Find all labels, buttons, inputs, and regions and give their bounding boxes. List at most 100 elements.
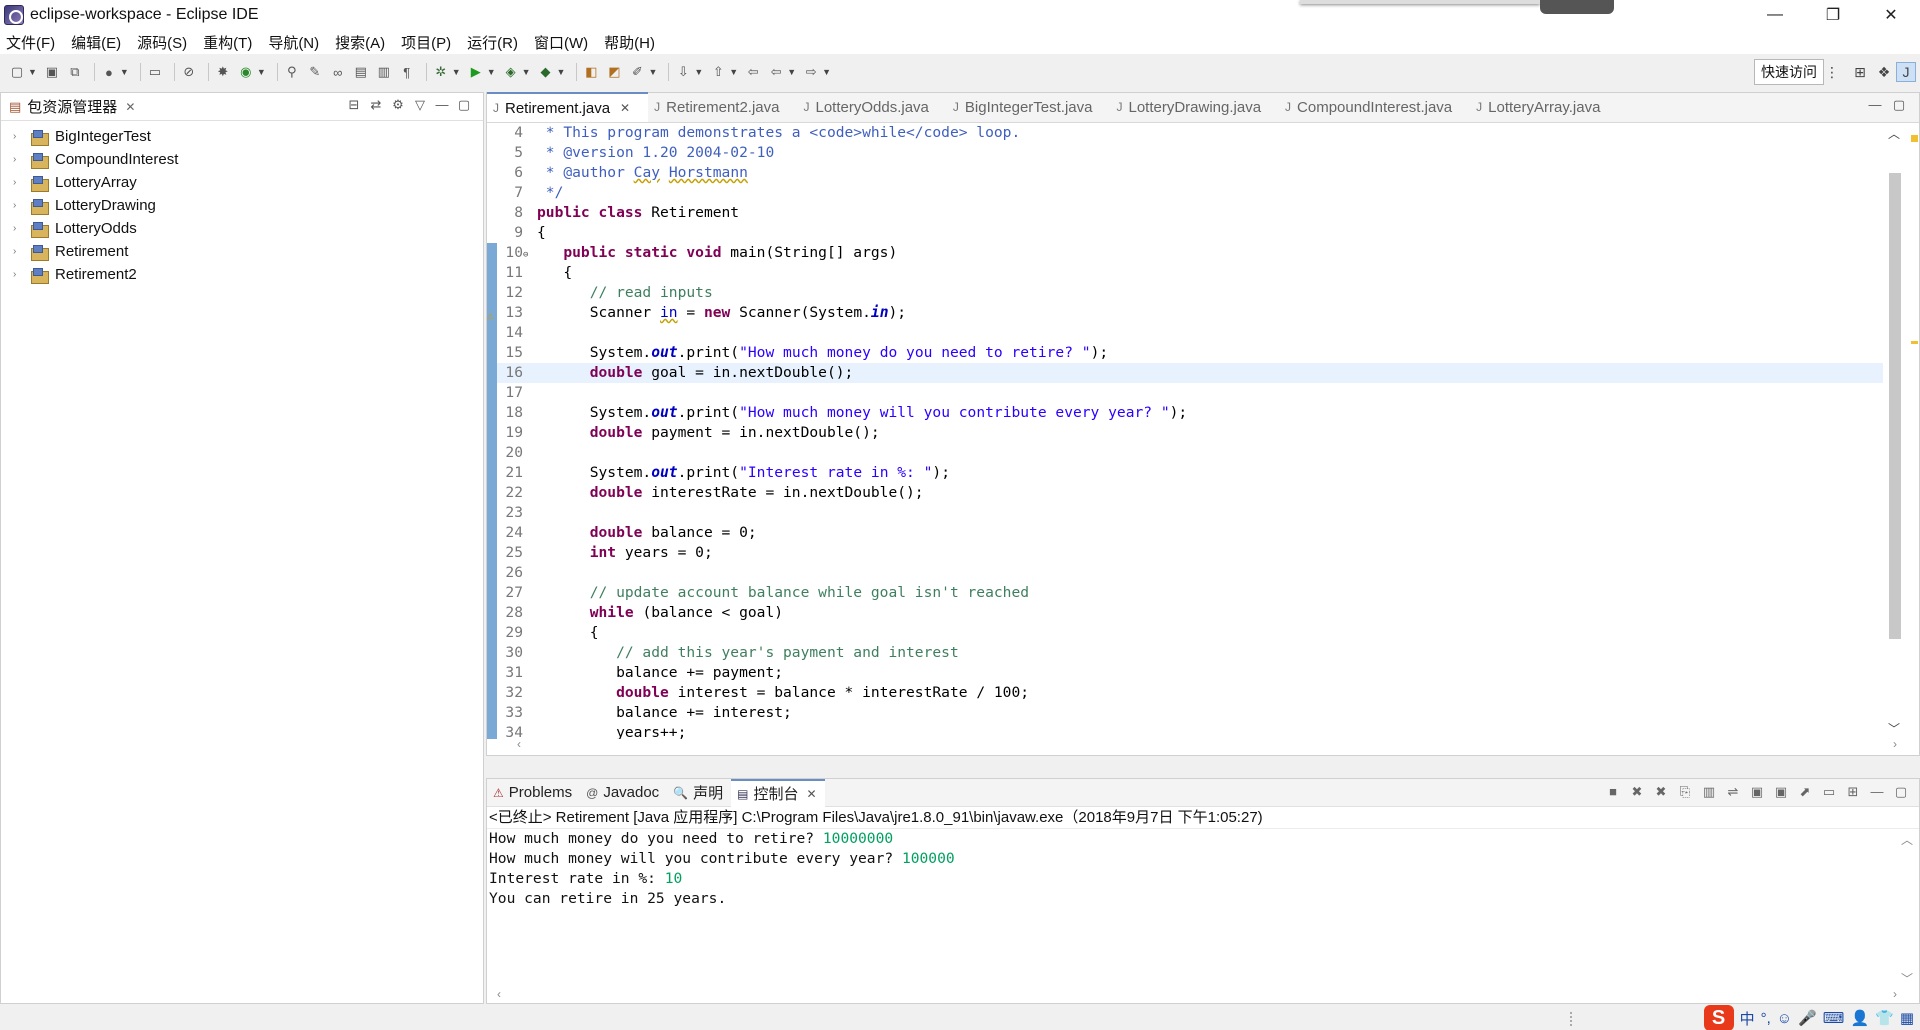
block-select-icon[interactable]: ▤ [352, 63, 370, 81]
open-perspective-icon[interactable]: ⊞ [1850, 62, 1870, 82]
open-task-icon[interactable]: ✐ [628, 63, 646, 81]
back-dropdown-icon[interactable]: ▼ [787, 67, 796, 77]
code-line[interactable]: 12 // read inputs [487, 283, 1897, 303]
quick-access-field[interactable]: 快速访问 [1754, 59, 1824, 85]
code-line[interactable]: 4 * This program demonstrates a <code>wh… [487, 123, 1897, 143]
collapse-all-icon[interactable]: ⊟ [343, 97, 365, 113]
code-line[interactable]: 33 balance += interest; [487, 703, 1897, 723]
code-line[interactable]: 30 // add this year's payment and intere… [487, 643, 1897, 663]
ime-skin-icon[interactable]: 👕 [1875, 1009, 1894, 1027]
maximize-editor-icon[interactable]: ▢ [1887, 97, 1911, 113]
last-edit-icon[interactable]: ⇦ [744, 63, 762, 81]
chevron-right-icon[interactable]: › [13, 200, 27, 211]
scroll-lock-icon[interactable]: ▥ [1697, 784, 1721, 800]
minimize-view-icon[interactable]: — [431, 97, 453, 113]
coverage-dropdown-icon[interactable]: ▼ [522, 67, 531, 77]
code-line[interactable]: 11 { [487, 263, 1897, 283]
scroll-right-icon[interactable]: › [1893, 737, 1897, 751]
code-line[interactable]: 18 System.out.print("How much money will… [487, 403, 1897, 423]
code-line[interactable]: 8 public class Retirement [487, 203, 1897, 223]
minimize-button[interactable]: — [1746, 0, 1804, 30]
java-ee-perspective-icon[interactable]: ❖ [1874, 62, 1894, 82]
code-line[interactable]: 22 double interestRate = in.nextDouble()… [487, 483, 1897, 503]
terminal-icon[interactable]: ▭ [146, 63, 164, 81]
minimize-view-icon[interactable]: — [1865, 784, 1889, 800]
back-icon[interactable]: ⇦ [767, 63, 785, 81]
code-line[interactable]: 27 // update account balance while goal … [487, 583, 1897, 603]
prev-annotation-dropdown-icon[interactable]: ▼ [729, 67, 738, 77]
tree-item-lotteryarray[interactable]: › LotteryArray [1, 171, 483, 194]
tab-declaration[interactable]: 🔍 声明 [667, 779, 731, 807]
java-perspective-icon[interactable]: J [1896, 62, 1916, 82]
code-line[interactable]: 17 [487, 383, 1897, 403]
code-line[interactable]: 25 int years = 0; [487, 543, 1897, 563]
warning-overview-marker[interactable] [1911, 341, 1918, 344]
link-icon[interactable]: ∞ [329, 63, 347, 81]
run-dropdown-icon[interactable]: ▼ [487, 67, 496, 77]
code-line[interactable]: 31 balance += payment; [487, 663, 1897, 683]
scrollbar-thumb[interactable] [1889, 173, 1901, 639]
user-icon[interactable]: ● [100, 63, 118, 81]
menu-source[interactable]: 源码(S) [137, 32, 187, 53]
close-button[interactable]: ✕ [1862, 0, 1920, 30]
clear-console-icon[interactable]: ⎘ [1673, 784, 1697, 800]
tab-console[interactable]: ▤ 控制台 ✕ [731, 778, 825, 807]
code-line[interactable]: 7 */ [487, 183, 1897, 203]
code-line[interactable]: 6 * @author Cay Horstmann [487, 163, 1897, 183]
menu-help[interactable]: 帮助(H) [604, 32, 655, 53]
chevron-right-icon[interactable]: › [13, 177, 27, 188]
minimize-editor-icon[interactable]: — [1863, 97, 1887, 113]
search-tool-icon[interactable]: ⚲ [283, 63, 301, 81]
fold-toggle-icon[interactable]: ⊖ [523, 245, 533, 265]
external-tools-icon[interactable]: ◆ [537, 63, 555, 81]
ime-punctuation-icon[interactable]: °, [1761, 1010, 1771, 1027]
next-annotation-dropdown-icon[interactable]: ▼ [694, 67, 703, 77]
display-console-icon[interactable]: ▭ [1817, 784, 1841, 800]
chevron-right-icon[interactable]: › [13, 269, 27, 280]
ime-emoji-icon[interactable]: ☺ [1777, 1010, 1792, 1027]
scroll-left-icon[interactable]: ‹ [517, 737, 521, 751]
ime-user-icon[interactable]: 👤 [1850, 1009, 1869, 1027]
ime-chinese-mode[interactable]: 中 [1740, 1008, 1755, 1029]
whitespace-icon[interactable]: ▥ [375, 63, 393, 81]
prev-annotation-icon[interactable]: ⇧ [709, 63, 727, 81]
tree-item-lotterydrawing[interactable]: › LotteryDrawing [1, 194, 483, 217]
terminate-icon[interactable]: ■ [1601, 784, 1625, 800]
pen-icon[interactable]: ✎ [306, 63, 324, 81]
tab-problems[interactable]: ⚠ Problems [487, 779, 580, 807]
menu-refactor[interactable]: 重构(T) [203, 32, 252, 53]
editor-tab-bigintegertest[interactable]: J BigIntegerTest.java [947, 92, 1111, 122]
editor-tab-lotterydrawing[interactable]: J LotteryDrawing.java [1110, 92, 1279, 122]
ime-toolbox-icon[interactable]: ▦ [1900, 1009, 1914, 1027]
maximize-button[interactable]: ❐ [1804, 0, 1862, 30]
editor-tab-lotteryodds[interactable]: J LotteryOdds.java [798, 92, 947, 122]
pilcrow-icon[interactable]: ¶ [398, 63, 416, 81]
console-vertical-scrollbar[interactable]: ︿ ﹀ [1897, 831, 1917, 987]
view-menu-icon[interactable]: ▽ [409, 97, 431, 113]
tree-item-retirement[interactable]: › Retirement [1, 240, 483, 263]
code-line[interactable]: 20 [487, 443, 1897, 463]
save-icon[interactable]: ▣ [43, 63, 61, 81]
ime-voice-icon[interactable]: 🎤 [1798, 1009, 1817, 1027]
show-stderr-icon[interactable]: ▣ [1769, 784, 1793, 800]
close-icon[interactable]: ✕ [807, 787, 817, 801]
tree-item-retirement2[interactable]: › Retirement2 [1, 263, 483, 286]
debug-dropdown-icon[interactable]: ▼ [452, 67, 461, 77]
editor-tab-compoundinterest[interactable]: J CompoundInterest.java [1279, 92, 1470, 122]
menu-search[interactable]: 搜索(A) [335, 32, 385, 53]
open-console-icon[interactable]: ⊞ [1841, 784, 1865, 800]
menu-window[interactable]: 窗口(W) [534, 32, 588, 53]
tab-package-explorer[interactable]: ▤ 包资源管理器 ✕ [1, 93, 143, 121]
close-icon[interactable]: ✕ [125, 100, 135, 114]
code-line[interactable]: 16 double goal = in.nextDouble(); [487, 363, 1897, 383]
code-line[interactable]: 29 { [487, 623, 1897, 643]
scroll-down-icon[interactable]: ﹀ [1888, 720, 1900, 737]
tree-item-compoundinterest[interactable]: › CompoundInterest [1, 148, 483, 171]
pin-console-icon[interactable]: ⬈ [1793, 784, 1817, 800]
focus-icon[interactable]: ⚙ [387, 97, 409, 113]
remove-launch-icon[interactable]: ✖ [1625, 784, 1649, 800]
open-type-icon[interactable]: ◧ [582, 63, 600, 81]
code-line[interactable]: 14 [487, 323, 1897, 343]
warning-overview-marker[interactable] [1911, 135, 1918, 142]
editor-tab-lotteryarray[interactable]: J LotteryArray.java [1470, 92, 1618, 122]
